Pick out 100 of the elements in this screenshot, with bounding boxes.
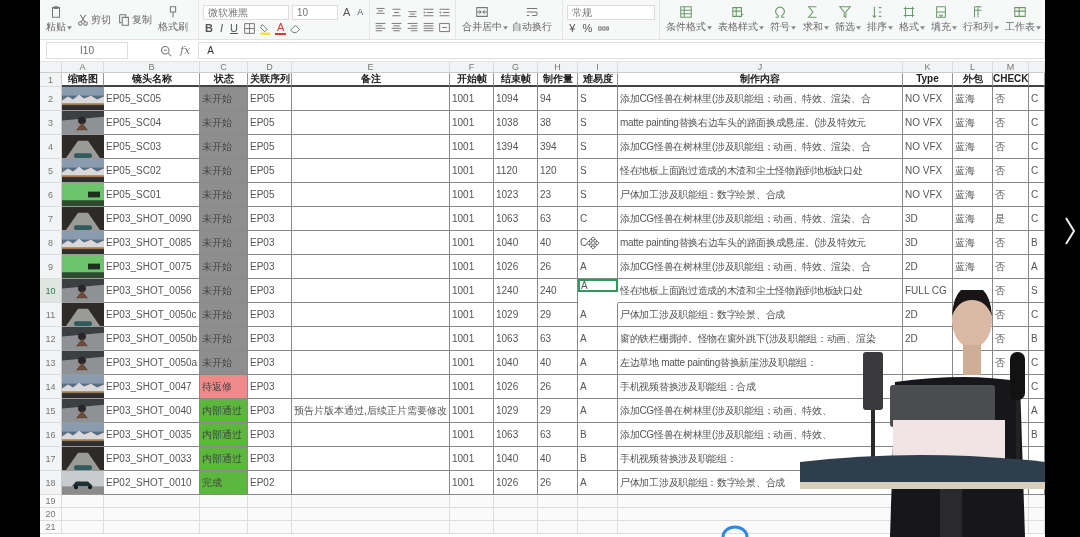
font-size-button[interactable]: A xyxy=(341,5,353,19)
text-style-button[interactable]: B xyxy=(203,21,215,35)
column-header[interactable]: F xyxy=(450,62,494,73)
column-header[interactable]: G xyxy=(494,62,538,73)
row-number[interactable]: 7 xyxy=(40,207,62,231)
row-number[interactable]: 11 xyxy=(40,303,62,327)
zoom-icon[interactable] xyxy=(160,44,172,57)
column-header[interactable]: K xyxy=(903,62,953,73)
table-cell: 63 xyxy=(538,327,578,351)
column-header[interactable]: L xyxy=(953,62,993,73)
font-family-dropdown[interactable]: 微软雅黑 xyxy=(203,4,289,20)
cursor-icon xyxy=(586,236,600,250)
row-number[interactable]: 2 xyxy=(40,87,62,111)
toolbar-button[interactable]: 合并居中 xyxy=(460,5,509,34)
row-number[interactable]: 10 xyxy=(40,279,62,303)
toolbar-button[interactable]: 粘贴 xyxy=(44,5,72,34)
column-header[interactable]: J xyxy=(618,62,903,73)
table-cell: 1040 xyxy=(494,231,538,255)
table-cell: 蓝海 xyxy=(953,255,993,279)
row-number[interactable]: 3 xyxy=(40,111,62,135)
toolbar-button[interactable]: 条件格式 xyxy=(664,5,713,34)
caret-icon xyxy=(855,26,861,30)
toolbar-button[interactable]: 排序 xyxy=(864,5,893,34)
function-label[interactable]: fx xyxy=(180,44,191,57)
column-header[interactable]: M xyxy=(993,62,1029,73)
toolbar-button[interactable]: 行和列 xyxy=(960,5,999,34)
toolbar-button[interactable]: 剪切 xyxy=(74,12,113,27)
row-number[interactable]: 12 xyxy=(40,327,62,351)
copy-icon xyxy=(117,12,131,27)
align-icon[interactable] xyxy=(438,20,452,34)
font-size-dropdown[interactable]: 10 xyxy=(292,4,338,20)
number-format-button[interactable]: ¥ xyxy=(567,21,578,35)
row-number[interactable]: 17 xyxy=(40,447,62,471)
toolbar-button[interactable]: 格式 xyxy=(896,5,925,34)
row-number[interactable]: 8 xyxy=(40,231,62,255)
toolbar-button[interactable]: 求和 xyxy=(800,5,829,34)
table-cell: 添加CG怪兽在树林里(涉及职能组：动画、特效、渲染、合 xyxy=(618,207,903,231)
align-icon[interactable] xyxy=(406,20,420,34)
toolbar-button[interactable]: 筛选 xyxy=(832,5,861,34)
table-cell: A xyxy=(578,327,618,351)
column-header[interactable]: A xyxy=(62,62,104,73)
align-icon[interactable] xyxy=(422,20,436,34)
align-icon[interactable] xyxy=(374,20,388,34)
toolbar-button[interactable]: 符号 xyxy=(768,5,797,34)
toolbar-button[interactable]: 格式刷 xyxy=(156,5,194,34)
table-cell: NO VFX xyxy=(903,159,953,183)
status-cell: 未开始 xyxy=(200,135,248,159)
toolbar-button[interactable]: 自动换行 xyxy=(510,5,559,34)
formula-field[interactable]: A xyxy=(198,42,1045,59)
number-format-button[interactable]: % xyxy=(580,21,595,35)
row-number[interactable]: 15 xyxy=(40,399,62,423)
table-cell: 蓝海 xyxy=(953,135,993,159)
row-number[interactable]: 21 xyxy=(40,521,62,534)
table-cell: S xyxy=(578,87,618,111)
row-number[interactable]: 6 xyxy=(40,183,62,207)
status-cell: 未开始 xyxy=(200,159,248,183)
font-color-button[interactable]: A xyxy=(274,21,287,35)
border-icon[interactable] xyxy=(242,21,256,35)
row-number[interactable]: 18 xyxy=(40,471,62,495)
toolbar-button[interactable]: 工作表 xyxy=(1002,5,1041,34)
table-cell: C xyxy=(1029,87,1045,111)
row-number[interactable]: 4 xyxy=(40,135,62,159)
row-number[interactable]: 9 xyxy=(40,255,62,279)
row-number[interactable]: 14 xyxy=(40,375,62,399)
chevron-right-icon[interactable] xyxy=(1064,216,1076,246)
row-number[interactable]: 19 xyxy=(40,495,62,508)
table-cell: 否 xyxy=(993,111,1029,135)
column-header[interactable]: C xyxy=(200,62,248,73)
table-cell: 窗的铁栏栅撕掉。怪物在窗外跳下(涉及职能组：动画、渲染 xyxy=(618,327,903,351)
row-number[interactable]: 20 xyxy=(40,508,62,521)
row-number[interactable]: 13 xyxy=(40,351,62,375)
fill-color-icon[interactable] xyxy=(258,21,272,35)
column-header[interactable]: H xyxy=(538,62,578,73)
column-header[interactable]: E xyxy=(292,62,450,73)
align-icon[interactable] xyxy=(390,20,404,34)
toolbar-button[interactable]: 表格样式 xyxy=(716,5,765,34)
table-cell: 38 xyxy=(538,111,578,135)
table-cell: 1063 xyxy=(494,327,538,351)
caret-icon xyxy=(993,26,999,30)
text-style-button[interactable]: I xyxy=(217,21,225,35)
toolbar-button[interactable]: 复制 xyxy=(115,12,154,27)
omega-icon xyxy=(773,5,788,19)
column-header[interactable]: I xyxy=(578,62,618,73)
table-cell: matte painting替换右边车头的路面换成悬崖。(涉及特效元 xyxy=(618,231,903,255)
font-size-button[interactable]: A xyxy=(355,5,366,19)
toolbar-button[interactable]: 填充 xyxy=(928,5,957,34)
table-cell: EP03 xyxy=(248,375,292,399)
text-style-button[interactable]: U xyxy=(228,21,240,35)
table-cell: EP03 xyxy=(248,351,292,375)
column-header[interactable]: D xyxy=(248,62,292,73)
row-number[interactable]: 16 xyxy=(40,423,62,447)
status-cell: 未开始 xyxy=(200,183,248,207)
row-number[interactable]: 1 xyxy=(40,73,62,87)
column-header[interactable]: B xyxy=(104,62,200,73)
cell-name-box[interactable]: I10 xyxy=(46,42,128,59)
table-cell: NO VFX xyxy=(903,87,953,111)
row-number[interactable]: 5 xyxy=(40,159,62,183)
number-format-dropdown[interactable]: 常规 xyxy=(567,4,656,20)
table-cell: 2D xyxy=(903,327,953,351)
table-cell: 1001 xyxy=(450,327,494,351)
